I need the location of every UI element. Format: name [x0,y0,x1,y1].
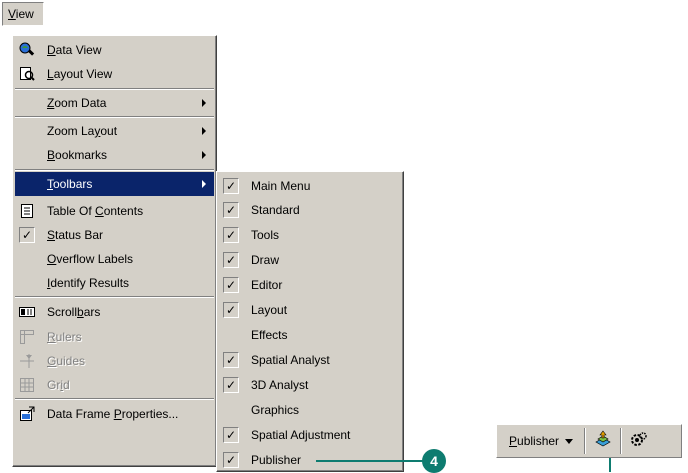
check-icon: ✓ [223,452,239,468]
check-icon: ✓ [223,227,239,243]
toolbar-item-tools[interactable]: ✓ Tools [219,223,401,247]
scrollbars-icon [15,301,39,323]
menu-item-rulers[interactable]: Rulers [15,325,214,349]
check-icon: ✓ [19,227,35,243]
rulers-icon [15,326,39,348]
check-icon: ✓ [223,252,239,268]
toolbars-submenu: ✓ Main Menu ✓ Standard ✓ Tools ✓ Draw ✓ … [216,171,404,472]
check-icon: ✓ [223,377,239,393]
publisher-settings-button[interactable] [625,428,653,454]
callout-pointer-line [609,458,611,472]
submenu-arrow-icon [202,127,206,135]
layout-view-icon [15,63,39,85]
table-of-contents-icon [15,200,39,222]
toolbar-item-effects[interactable]: Effects [219,323,401,347]
menu-item-data-frame-properties[interactable]: Data Frame Properties... [15,402,214,426]
menu-item-data-view[interactable]: Data View [15,38,214,62]
menu-item-grid[interactable]: Grid [15,373,214,397]
publisher-dropdown-button[interactable]: Publisher [497,428,581,454]
publisher-toolbar: Publisher [496,424,682,458]
check-icon: ✓ [223,302,239,318]
toolbar-item-graphics[interactable]: Graphics [219,398,401,422]
menu-item-guides[interactable]: Guides [15,349,214,373]
toolbar-item-main-menu[interactable]: ✓ Main Menu [219,174,401,198]
toolbar-item-standard[interactable]: ✓ Standard [219,198,401,222]
view-menu-label-rest: iew [15,7,34,21]
toolbar-item-spatial-adjustment[interactable]: ✓ Spatial Adjustment [219,423,401,447]
menu-item-zoom-layout[interactable]: Zoom Layout [15,119,214,143]
menu-item-zoom-data[interactable]: Zoom Data [15,91,214,115]
toolbar-item-editor[interactable]: ✓ Editor [219,273,401,297]
callout-leader-line [316,460,424,462]
view-menu-title[interactable]: View [2,2,44,26]
check-icon: ✓ [223,427,239,443]
menu-item-scrollbars[interactable]: Scrollbars [15,300,214,324]
chevron-down-icon [565,438,574,444]
toolbar-separator [620,428,623,454]
toolbar-item-3d-analyst[interactable]: ✓ 3D Analyst [219,373,401,397]
menu-item-table-of-contents[interactable]: Table Of Contents [15,199,214,223]
callout-step-badge: 4 [422,449,446,473]
view-menu: Data View Layout View Zoom Data Zoom Lay… [12,35,217,467]
menu-item-layout-view[interactable]: Layout View [15,62,214,86]
toolbar-separator [584,428,587,454]
publisher-map-icon [593,430,613,453]
publisher-mnemonic: P [509,434,518,448]
toolbar-item-spatial-analyst[interactable]: ✓ Spatial Analyst [219,348,401,372]
guides-icon [15,350,39,372]
view-menu-mnemonic: V [8,7,16,21]
toolbar-item-draw[interactable]: ✓ Draw [219,248,401,272]
menu-separator [15,88,214,90]
publisher-map-button[interactable] [589,428,617,454]
menu-separator [15,398,214,400]
menu-separator [15,169,214,171]
menu-item-identify-results[interactable]: Identify Results [15,271,214,295]
data-frame-properties-icon [15,403,39,425]
submenu-arrow-icon [202,180,206,188]
menu-item-toolbars[interactable]: Toolbars [15,172,214,196]
check-icon: ✓ [223,178,239,194]
grid-icon [15,374,39,396]
menu-separator [15,296,214,298]
menu-item-overflow-labels[interactable]: Overflow Labels [15,247,214,271]
publisher-settings-icon [629,430,649,453]
publisher-label-rest: ublisher [517,434,560,448]
submenu-arrow-icon [202,99,206,107]
menu-item-status-bar[interactable]: ✓ Status Bar [15,223,214,247]
data-view-icon [15,39,39,61]
check-icon: ✓ [223,352,239,368]
menu-separator [15,116,214,118]
check-icon: ✓ [223,277,239,293]
check-icon: ✓ [223,202,239,218]
submenu-arrow-icon [202,151,206,159]
menu-item-bookmarks[interactable]: Bookmarks [15,143,214,167]
toolbar-item-layout[interactable]: ✓ Layout [219,298,401,322]
